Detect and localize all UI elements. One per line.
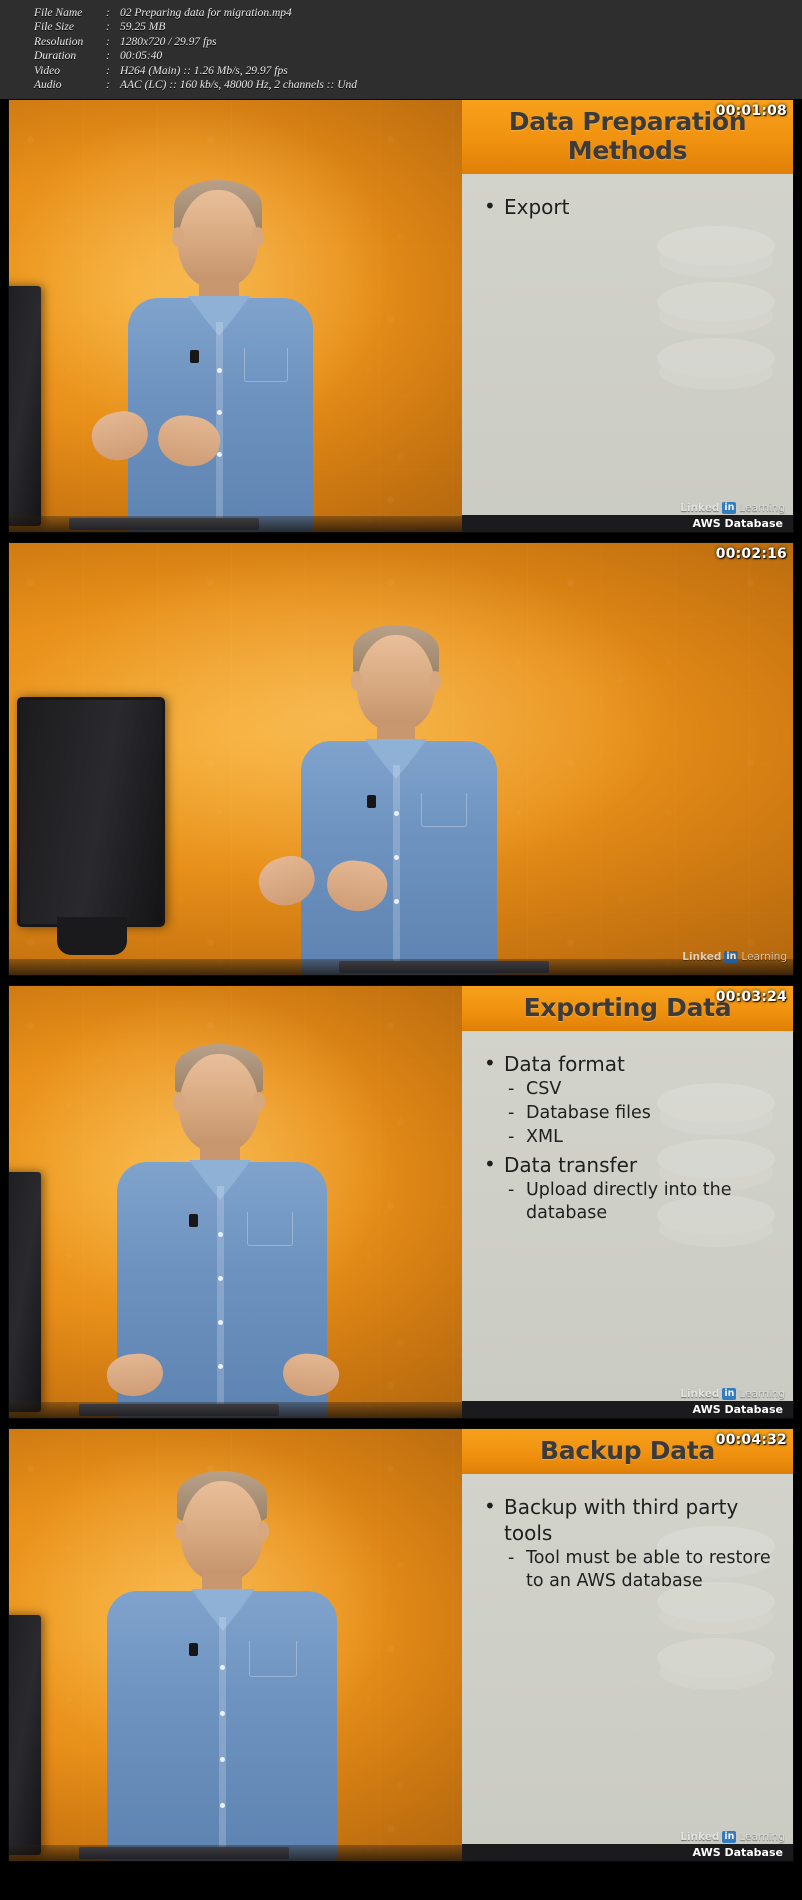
presenter-figure <box>101 1038 381 1418</box>
slide-bullet: Data format CSV Database files XML <box>478 1050 779 1149</box>
slide-sub-list: Upload directly into the database <box>504 1179 779 1225</box>
metadata-separator: : <box>106 50 110 63</box>
metadata-row-duration: Duration : 00:05:40 <box>34 49 802 63</box>
slide-bullet-list-1: Export <box>478 193 779 220</box>
video-thumbnail-grid: Data Preparation Methods Export Linked i… <box>0 99 802 1862</box>
frame-timestamp-1: 00:01:08 <box>715 103 787 119</box>
linkedin-learning-watermark-1: Linked in Learning <box>680 502 785 514</box>
keyboard-prop <box>79 1847 289 1859</box>
keyboard-prop <box>69 518 259 530</box>
monitor-prop <box>9 1615 41 1855</box>
slide-sub-bullet: XML <box>504 1126 779 1149</box>
learning-word: Learning <box>741 951 787 963</box>
metadata-label-filename: File Name <box>34 7 83 19</box>
keyboard-prop <box>79 1404 279 1416</box>
metadata-value-duration: 00:05:40 <box>120 50 163 63</box>
presenter-video-region-2: Linked in Learning <box>9 543 793 975</box>
course-title-bar-4: AWS Database <box>462 1844 793 1861</box>
course-title-bar-3: AWS Database <box>462 1401 793 1418</box>
linkedin-word: Linked <box>680 1831 720 1843</box>
metadata-label-resolution: Resolution <box>34 35 84 48</box>
frame-timestamp-3: 00:03:24 <box>715 989 787 1005</box>
metadata-separator: : <box>106 79 110 92</box>
metadata-label-filesize: File Size <box>34 21 74 34</box>
slide-bullet: Backup with third party tools Tool must … <box>478 1493 779 1593</box>
slide-region-1: Data Preparation Methods Export Linked i… <box>462 100 793 532</box>
monitor-prop <box>9 1172 41 1412</box>
metadata-row-filesize: File Size : 59.25 MB <box>34 20 802 34</box>
linkedin-in-badge-icon: in <box>722 1831 737 1843</box>
slide-bullet-text: Data transfer <box>504 1153 638 1177</box>
slide-sub-list: Tool must be able to restore to an AWS d… <box>504 1547 779 1593</box>
metadata-value-resolution: 1280x720 / 29.97 fps <box>120 35 217 48</box>
slide-region-4: Backup Data Backup with third party tool… <box>462 1429 793 1861</box>
video-frame-thumbnail-4[interactable]: Backup Data Backup with third party tool… <box>8 1428 794 1862</box>
monitor-prop <box>9 286 41 526</box>
slide-sub-list: CSV Database files XML <box>504 1078 779 1149</box>
video-frame-thumbnail-3[interactable]: Exporting Data Data format CSV Database … <box>8 985 794 1419</box>
slide-sub-bullet: Database files <box>504 1102 779 1125</box>
linkedin-word: Linked <box>680 502 720 514</box>
presenter-video-region-1 <box>9 100 464 532</box>
slide-bullet-list-3: Data format CSV Database files XML Data … <box>478 1050 779 1225</box>
metadata-value-filename: 02 Preparing data for migration.mp4 <box>120 7 292 19</box>
metadata-label-duration: Duration <box>34 50 77 63</box>
database-cylinder-icon <box>657 226 775 436</box>
linkedin-learning-watermark-2: Linked in Learning <box>682 951 787 963</box>
frame-timestamp-4: 00:04:32 <box>715 1432 787 1448</box>
presenter-figure <box>252 605 557 975</box>
frame-timestamp-2: 00:02:16 <box>715 546 787 562</box>
slide-region-3: Exporting Data Data format CSV Database … <box>462 986 793 1418</box>
slide-body-4: Backup with third party tools Tool must … <box>462 1474 793 1861</box>
metadata-label-video: Video <box>34 64 60 77</box>
slide-sub-bullet: CSV <box>504 1078 779 1101</box>
metadata-separator: : <box>106 35 110 48</box>
linkedin-in-badge-icon: in <box>724 951 739 963</box>
learning-word: Learning <box>739 1388 785 1400</box>
slide-body-3: Data format CSV Database files XML Data … <box>462 1031 793 1418</box>
linkedin-in-badge-icon: in <box>722 1388 737 1400</box>
metadata-row-resolution: Resolution : 1280x720 / 29.97 fps <box>34 35 802 49</box>
metadata-separator: : <box>106 64 110 77</box>
course-title-bar-1: AWS Database <box>462 515 793 532</box>
monitor-prop <box>17 697 165 927</box>
slide-sub-bullet: Upload directly into the database <box>504 1179 779 1225</box>
slide-bullet-list-4: Backup with third party tools Tool must … <box>478 1493 779 1593</box>
slide-body-1: Export <box>462 174 793 532</box>
linkedin-learning-watermark-3: Linked in Learning <box>680 1388 785 1400</box>
metadata-value-filesize: 59.25 MB <box>120 21 166 34</box>
learning-word: Learning <box>739 1831 785 1843</box>
file-metadata-header: File Name : 02 Preparing data for migrat… <box>0 0 802 99</box>
presenter-video-region-4 <box>9 1429 464 1861</box>
linkedin-learning-watermark-4: Linked in Learning <box>680 1831 785 1843</box>
metadata-value-video: H264 (Main) :: 1.26 Mb/s, 29.97 fps <box>120 64 288 77</box>
metadata-separator: : <box>106 21 110 34</box>
metadata-row-audio: Audio : AAC (LC) :: 160 kb/s, 48000 Hz, … <box>34 78 802 92</box>
monitor-stand-prop <box>57 917 127 955</box>
keyboard-prop <box>339 961 549 973</box>
slide-bullet-text: Export <box>504 195 570 219</box>
presenter-figure <box>87 172 374 532</box>
presenter-video-region-3 <box>9 986 464 1418</box>
linkedin-word: Linked <box>682 951 722 963</box>
metadata-label-audio: Audio <box>34 79 62 92</box>
slide-bullet-text: Backup with third party tools <box>504 1495 739 1545</box>
metadata-value-audio: AAC (LC) :: 160 kb/s, 48000 Hz, 2 channe… <box>120 79 358 92</box>
video-frame-thumbnail-2[interactable]: Linked in Learning 00:02:16 <box>8 542 794 976</box>
metadata-row-filename: File Name : 02 Preparing data for migrat… <box>34 6 802 20</box>
presenter-figure <box>97 1469 389 1861</box>
slide-bullet-text: Data format <box>504 1052 625 1076</box>
linkedin-word: Linked <box>680 1388 720 1400</box>
linkedin-in-badge-icon: in <box>722 502 737 514</box>
slide-bullet: Data transfer Upload directly into the d… <box>478 1151 779 1225</box>
slide-sub-bullet: Tool must be able to restore to an AWS d… <box>504 1547 779 1593</box>
video-frame-thumbnail-1[interactable]: Data Preparation Methods Export Linked i… <box>8 99 794 533</box>
learning-word: Learning <box>739 502 785 514</box>
slide-bullet: Export <box>478 193 779 220</box>
metadata-separator: : <box>106 7 110 19</box>
metadata-row-video: Video : H264 (Main) :: 1.26 Mb/s, 29.97 … <box>34 64 802 78</box>
